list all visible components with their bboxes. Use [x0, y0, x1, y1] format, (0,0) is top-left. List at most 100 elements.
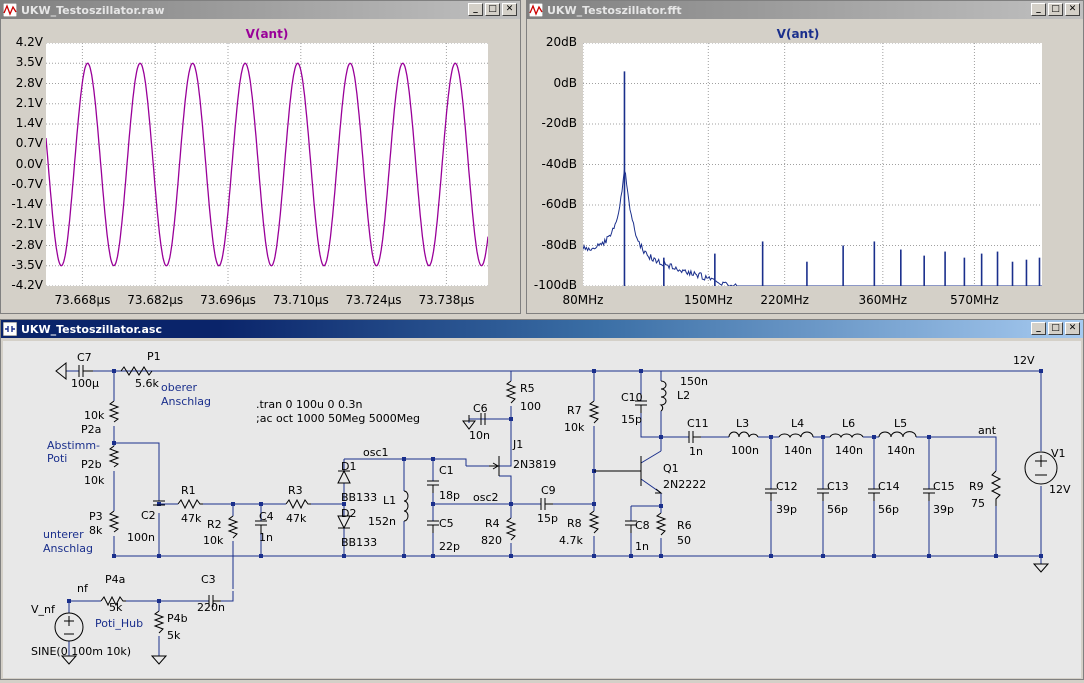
waveform-icon [529, 3, 543, 17]
svg-text:R2: R2 [207, 518, 222, 531]
resistor-r1 [178, 500, 203, 508]
svg-text:osc2: osc2 [473, 491, 499, 504]
raw-window-titlebar[interactable]: UKW_Testoszillator.raw _ □ ✕ [1, 1, 520, 19]
raw-plot-area[interactable] [46, 43, 488, 286]
maximize-button[interactable]: □ [1048, 322, 1063, 335]
svg-text:C13: C13 [827, 480, 849, 493]
svg-text:47k: 47k [286, 512, 307, 525]
svg-text:J1: J1 [512, 438, 523, 451]
fft-y-tick-label: -60dB [527, 197, 577, 211]
schematic-canvas[interactable]: C7 100µ P1 5.6k 10k P2a P2b 10k P3 8k C2 100n … [3, 341, 1081, 678]
svg-text:75: 75 [971, 497, 985, 510]
raw-waveform-window[interactable]: UKW_Testoszillator.raw _ □ ✕ V(ant) 4.2V… [0, 0, 521, 314]
schematic-window-titlebar[interactable]: UKW_Testoszillator.asc _ □ ✕ [1, 320, 1083, 338]
minimize-button[interactable]: _ [1031, 3, 1046, 16]
inductor-l1 [404, 491, 408, 521]
svg-text:100µ: 100µ [71, 377, 99, 390]
raw-plot-svg [46, 43, 488, 286]
svg-text:D1: D1 [341, 460, 356, 473]
raw-y-tick-label: 4.2V [0, 35, 43, 49]
inductor-l3 [729, 432, 758, 437]
resistor-r7 [590, 401, 598, 423]
svg-text:15p: 15p [537, 512, 558, 525]
fft-plot-area[interactable] [583, 43, 1042, 286]
resistor-p2b [110, 446, 118, 467]
ground-p4b [152, 656, 166, 664]
schematic-svg[interactable]: C7100µ P15.6k 10kP2a P2b10k P38k C2100n … [3, 341, 1081, 678]
raw-y-tick-label: 1.4V [0, 116, 43, 130]
svg-text:V1: V1 [1051, 447, 1066, 460]
inductor-l5 [879, 432, 916, 437]
fft-spectrum-window[interactable]: UKW_Testoszillator.fft _ □ ✕ V(ant) 20dB… [526, 0, 1084, 314]
svg-text:Poti_Hub: Poti_Hub [95, 617, 143, 630]
fft-y-tick-label: -20dB [527, 116, 577, 130]
bjt-q1 [594, 456, 661, 493]
svg-text:R9: R9 [969, 480, 984, 493]
schematic-window[interactable]: UKW_Testoszillator.asc _ □ ✕ C7 100µ P1 … [0, 319, 1084, 680]
svg-text:140n: 140n [887, 444, 915, 457]
svg-text:150n: 150n [680, 375, 708, 388]
raw-x-tick-label: 73.696µs [200, 293, 256, 307]
svg-text:C2: C2 [141, 509, 156, 522]
capacitor-c11 [689, 431, 701, 443]
svg-text:BB133: BB133 [341, 536, 377, 549]
resistor-r4 [507, 518, 515, 540]
svg-text:;ac oct 1000 50Meg 5000Meg: ;ac oct 1000 50Meg 5000Meg [256, 412, 420, 425]
svg-text:10k: 10k [564, 421, 585, 434]
svg-text:V_nf: V_nf [31, 603, 56, 616]
svg-text:R6: R6 [677, 519, 692, 532]
svg-text:100n: 100n [731, 444, 759, 457]
raw-x-tick-label: 73.738µs [418, 293, 474, 307]
svg-text:152n: 152n [368, 515, 396, 528]
svg-text:L4: L4 [791, 417, 804, 430]
svg-text:P3: P3 [89, 510, 103, 523]
resistor-p4b [155, 611, 163, 633]
svg-text:Anschlag: Anschlag [161, 395, 211, 408]
minimize-button[interactable]: _ [1031, 322, 1046, 335]
svg-text:39p: 39p [933, 503, 954, 516]
svg-text:22p: 22p [439, 540, 460, 553]
svg-text:8k: 8k [89, 524, 103, 537]
svg-text:P4b: P4b [167, 612, 188, 625]
raw-y-tick-label: -0.7V [0, 177, 43, 191]
maximize-button[interactable]: □ [485, 3, 500, 16]
fft-y-tick-label: -100dB [527, 278, 577, 292]
resistor-r2 [229, 516, 237, 538]
spice-directives[interactable]: .tran 0 100u 0 0.3n ;ac oct 1000 50Meg 5… [256, 398, 420, 425]
svg-text:39p: 39p [776, 503, 797, 516]
fft-window-titlebar[interactable]: UKW_Testoszillator.fft _ □ ✕ [527, 1, 1083, 19]
raw-window-title: UKW_Testoszillator.raw [21, 4, 165, 17]
svg-text:BB133: BB133 [341, 491, 377, 504]
svg-text:P1: P1 [147, 350, 161, 363]
svg-text:C9: C9 [541, 484, 556, 497]
close-button[interactable]: ✕ [502, 3, 517, 16]
svg-text:R5: R5 [520, 382, 535, 395]
fft-plot-svg [583, 43, 1042, 286]
minimize-button[interactable]: _ [468, 3, 483, 16]
resistor-p2a [110, 401, 118, 422]
resistor-p3 [110, 511, 118, 532]
svg-text:ant: ant [978, 424, 997, 437]
svg-text:12V: 12V [1049, 483, 1071, 496]
fft-y-tick-label: 20dB [527, 35, 577, 49]
raw-trace-label[interactable]: V(ant) [246, 27, 289, 41]
fft-x-tick-label: 150MHz [684, 293, 733, 307]
svg-text:56p: 56p [878, 503, 899, 516]
svg-text:L3: L3 [736, 417, 749, 430]
schematic-icon [3, 322, 17, 336]
raw-y-tick-label: -4.2V [0, 278, 43, 292]
maximize-button[interactable]: □ [1048, 3, 1063, 16]
svg-text:P2b: P2b [81, 458, 102, 471]
svg-text:C11: C11 [687, 417, 709, 430]
svg-text:nf: nf [77, 582, 89, 595]
svg-text:18p: 18p [439, 489, 460, 502]
raw-y-tick-label: -2.8V [0, 238, 43, 252]
capacitor-c5 [427, 521, 439, 533]
raw-x-tick-label: 73.710µs [273, 293, 329, 307]
svg-text:56p: 56p [827, 503, 848, 516]
svg-text:C10: C10 [621, 391, 643, 404]
svg-text:L2: L2 [677, 389, 690, 402]
close-button[interactable]: ✕ [1065, 322, 1080, 335]
fft-trace-label[interactable]: V(ant) [777, 27, 820, 41]
close-button[interactable]: ✕ [1065, 3, 1080, 16]
